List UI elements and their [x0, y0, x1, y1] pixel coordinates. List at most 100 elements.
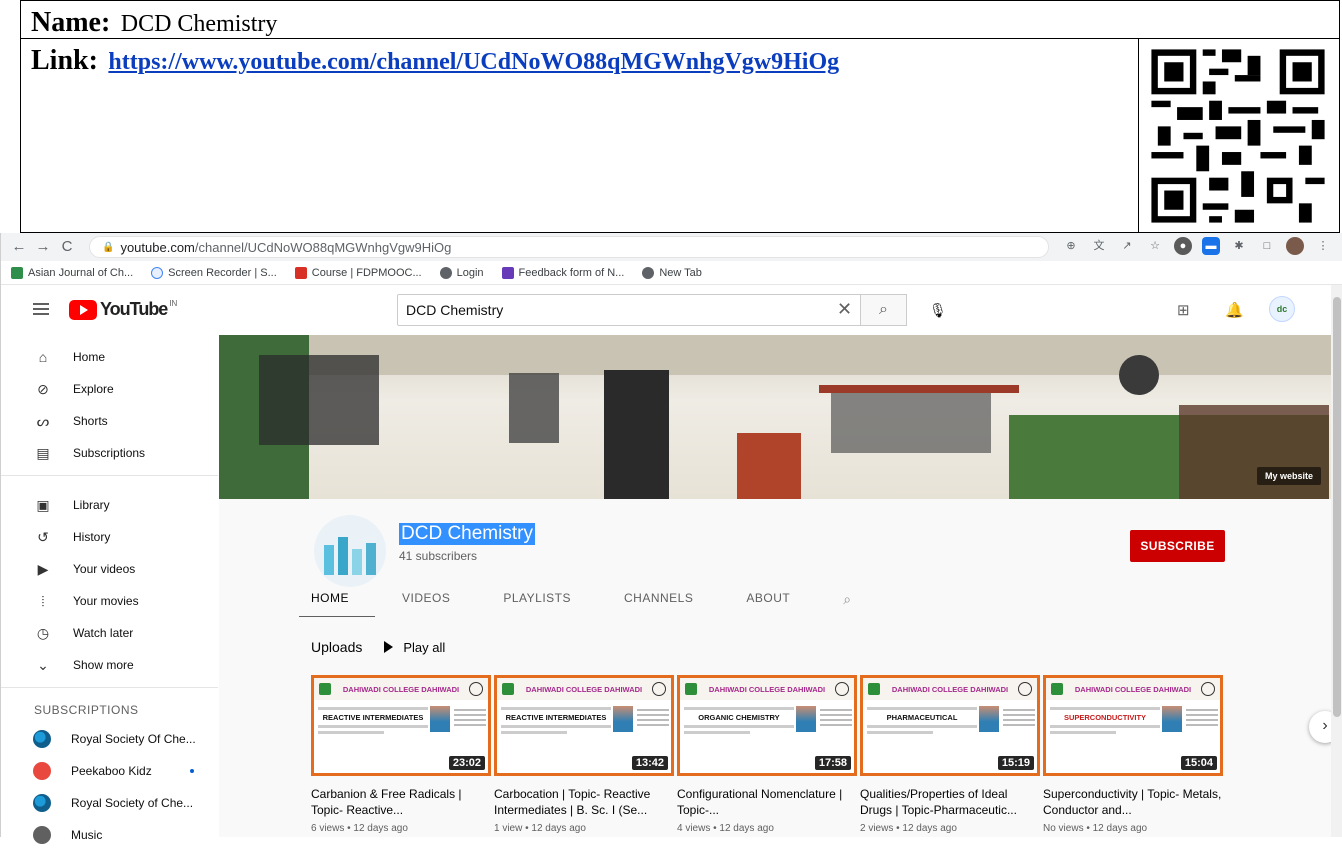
- profile-icon[interactable]: [1286, 237, 1304, 255]
- search-button[interactable]: ⌕: [861, 294, 907, 326]
- channel-search-icon[interactable]: ⌕: [843, 591, 851, 617]
- channel-avatar: [314, 515, 386, 587]
- sidebar-item-home[interactable]: ⌂ Home: [1, 341, 218, 373]
- video-thumbnail[interactable]: DAHIWADI COLLEGE DAHIWADI ORGANIC CHEMIS…: [677, 675, 857, 776]
- presenter-photo: [1162, 706, 1182, 732]
- sidebar-item-subscriptions[interactable]: ▤ Subscriptions: [1, 437, 218, 469]
- browser-window: ← → C 🔒 youtube.com/channel/UCdNoWO88qMG…: [0, 233, 1342, 844]
- play-all-button[interactable]: Play all: [384, 640, 445, 655]
- youtube-logo[interactable]: YouTube IN: [69, 299, 177, 320]
- video-title[interactable]: Qualities/Properties of Ideal Drugs | To…: [860, 786, 1040, 818]
- clear-search-icon[interactable]: ✕: [837, 299, 852, 320]
- channel-name-text: DCD Chemistry: [120, 11, 278, 37]
- subscription-label: Music: [71, 828, 103, 842]
- tab-channels[interactable]: CHANNELS: [624, 591, 693, 617]
- lock-icon: 🔒: [102, 241, 115, 253]
- video-duration: 17:58: [814, 756, 851, 770]
- bookmark-item[interactable]: Course | FDPMOOC...: [294, 266, 422, 279]
- subscription-item[interactable]: Royal Society Of Che...: [1, 723, 218, 755]
- video-thumbnail[interactable]: DAHIWADI COLLEGE DAHIWADI PHARMACEUTICAL…: [860, 675, 1040, 776]
- bookmark-star-icon[interactable]: ☆: [1146, 237, 1164, 255]
- share-icon[interactable]: ↗: [1118, 237, 1136, 255]
- channel-content: Uploads Play all DAHIWADI COLLEGE DAHIWA…: [219, 617, 1341, 837]
- video-thumbnail[interactable]: DAHIWADI COLLEGE DAHIWADI SUPERCONDUCTIV…: [1043, 675, 1223, 776]
- video-card[interactable]: DAHIWADI COLLEGE DAHIWADI PHARMACEUTICAL…: [860, 675, 1040, 834]
- sidebar-item-show-more[interactable]: ⌄ Show more: [1, 649, 218, 681]
- sidebar-item-shorts[interactable]: ᔕ Shorts: [1, 405, 218, 437]
- sidebar-item-label: Home: [73, 350, 106, 364]
- video-card[interactable]: DAHIWADI COLLEGE DAHIWADI ORGANIC CHEMIS…: [677, 675, 857, 834]
- video-title[interactable]: Configurational Nomenclature | Topic-...: [677, 786, 857, 818]
- subscription-item[interactable]: Royal Society of Che...: [1, 787, 218, 819]
- install-app-icon[interactable]: ⊕: [1062, 237, 1080, 255]
- college-emblem-icon: [469, 682, 483, 696]
- tab-about[interactable]: ABOUT: [746, 591, 790, 617]
- subscription-item[interactable]: Music: [1, 819, 218, 851]
- puzzle-icon[interactable]: ✱: [1230, 237, 1248, 255]
- sidebar-item-history[interactable]: ↺ History: [1, 521, 218, 553]
- create-video-icon[interactable]: ⊞: [1177, 301, 1190, 319]
- banner-photo: [219, 335, 1331, 499]
- search-input[interactable]: DCD Chemistry: [397, 294, 861, 326]
- microphone-icon[interactable]: 🎙: [929, 302, 947, 319]
- college-emblem-icon: [1201, 682, 1215, 696]
- bookmark-label: Login: [456, 266, 484, 279]
- presenter-photo: [430, 706, 450, 732]
- bookmark-item[interactable]: Asian Journal of Ch...: [11, 266, 133, 279]
- account-avatar[interactable]: dc: [1269, 296, 1295, 322]
- channel-avatar: [33, 762, 51, 780]
- sidebar-item-watch-later[interactable]: ◷ Watch later: [1, 617, 218, 649]
- video-duration: 23:02: [448, 756, 485, 770]
- channel-link[interactable]: https://www.youtube.com/channel/UCdNoWO8…: [108, 49, 839, 75]
- video-thumbnail[interactable]: DAHIWADI COLLEGE DAHIWADI REACTIVE INTER…: [494, 675, 674, 776]
- bookmark-item[interactable]: Feedback form of N...: [501, 266, 624, 279]
- tab-home[interactable]: HOME: [299, 591, 375, 618]
- subscription-item[interactable]: Peekaboo Kidz: [1, 755, 218, 787]
- thumb-header: DAHIWADI COLLEGE DAHIWADI: [1046, 678, 1220, 700]
- hamburger-menu-icon[interactable]: [33, 303, 49, 315]
- back-arrow-icon[interactable]: ←: [9, 237, 29, 257]
- forward-arrow-icon[interactable]: →: [33, 237, 53, 257]
- forms-icon: [501, 266, 514, 279]
- extension-circle-icon[interactable]: ●: [1174, 237, 1192, 255]
- uploads-title[interactable]: Uploads: [311, 639, 362, 655]
- extension-blue-icon[interactable]: ▬: [1202, 237, 1220, 255]
- bookmark-item[interactable]: Screen Recorder | S...: [151, 266, 277, 279]
- video-title[interactable]: Carbanion & Free Radicals | Topic- React…: [311, 786, 491, 818]
- tab-videos[interactable]: VIDEOS: [402, 591, 450, 617]
- course-icon: [294, 266, 307, 279]
- flask-icon: [324, 537, 376, 575]
- sidebar-item-label: Your videos: [73, 562, 136, 576]
- video-card[interactable]: DAHIWADI COLLEGE DAHIWADI SUPERCONDUCTIV…: [1043, 675, 1223, 834]
- translate-icon[interactable]: 文: [1090, 237, 1108, 255]
- scrollbar-thumb[interactable]: [1333, 297, 1341, 717]
- sidebar-divider: [1, 475, 218, 476]
- thumb-title: ORGANIC CHEMISTRY: [698, 713, 780, 722]
- sidepanel-icon[interactable]: □: [1258, 237, 1276, 255]
- menu-dots-icon[interactable]: ⋮: [1314, 237, 1332, 255]
- name-row: Name: DCD Chemistry: [21, 1, 1339, 39]
- video-card[interactable]: DAHIWADI COLLEGE DAHIWADI REACTIVE INTER…: [494, 675, 674, 834]
- reload-icon[interactable]: C: [57, 237, 77, 257]
- sidebar-item-your-videos[interactable]: ▶ Your videos: [1, 553, 218, 585]
- tab-playlists[interactable]: PLAYLISTS: [503, 591, 571, 617]
- notifications-bell-icon[interactable]: 🔔: [1225, 301, 1244, 319]
- bookmark-item[interactable]: New Tab: [642, 266, 702, 279]
- globe-icon: [439, 266, 452, 279]
- url-input[interactable]: 🔒 youtube.com/channel/UCdNoWO88qMGWnhgVg…: [89, 236, 1049, 258]
- sidebar-item-library[interactable]: ▣ Library: [1, 489, 218, 521]
- my-website-link[interactable]: My website: [1256, 467, 1321, 485]
- college-emblem-icon: [1018, 682, 1032, 696]
- video-title[interactable]: Superconductivity | Topic- Metals, Condu…: [1043, 786, 1223, 818]
- video-card[interactable]: DAHIWADI COLLEGE DAHIWADI REACTIVE INTER…: [311, 675, 491, 834]
- document-header-table: Name: DCD Chemistry Link: https://www.yo…: [20, 0, 1340, 233]
- video-thumbnail[interactable]: DAHIWADI COLLEGE DAHIWADI REACTIVE INTER…: [311, 675, 491, 776]
- bookmark-item[interactable]: Login: [439, 266, 484, 279]
- channel-avatar: [33, 794, 51, 812]
- page-scrollbar[interactable]: [1331, 285, 1342, 837]
- subscribe-button[interactable]: SUBSCRIBE: [1130, 530, 1225, 562]
- name-label: Name:: [31, 7, 111, 38]
- sidebar-item-your-movies[interactable]: ⦙ Your movies: [1, 585, 218, 617]
- sidebar-item-explore[interactable]: ⊘ Explore: [1, 373, 218, 405]
- video-title[interactable]: Carbocation | Topic- Reactive Intermedia…: [494, 786, 674, 818]
